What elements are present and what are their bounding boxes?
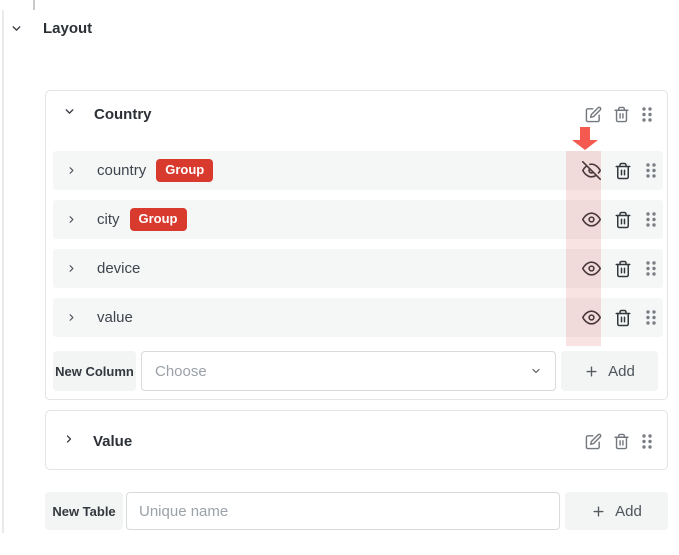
new-table-label: New Table	[45, 492, 123, 530]
trash-icon[interactable]	[614, 309, 632, 327]
eye-icon[interactable]	[582, 259, 601, 278]
add-table-label: Add	[615, 503, 642, 520]
trash-icon[interactable]	[614, 260, 632, 278]
drag-handle-icon[interactable]	[641, 106, 653, 123]
chevron-down-icon	[530, 365, 542, 377]
column-name: city	[97, 211, 120, 228]
column-row-country: country Group	[53, 151, 663, 190]
trash-icon[interactable]	[613, 433, 630, 450]
column-row-city: city Group	[53, 200, 663, 239]
chevron-right-icon[interactable]	[66, 312, 77, 323]
drag-handle-icon[interactable]	[645, 260, 657, 277]
chevron-right-icon[interactable]	[63, 432, 75, 450]
column-name: value	[97, 309, 133, 326]
left-divider	[2, 10, 4, 533]
add-column-button[interactable]: Add	[561, 351, 658, 391]
column-row-value: value	[53, 298, 663, 337]
add-column-label: Add	[608, 363, 635, 380]
drag-handle-icon[interactable]	[645, 162, 657, 179]
chevron-right-icon[interactable]	[66, 165, 77, 176]
column-name: country	[97, 162, 146, 179]
group-badge: Group	[130, 208, 187, 231]
table-name-input[interactable]	[126, 492, 560, 530]
chevron-down-icon[interactable]	[63, 105, 76, 123]
drag-handle-icon[interactable]	[641, 433, 653, 450]
drag-handle-icon[interactable]	[645, 309, 657, 326]
trash-icon[interactable]	[614, 162, 632, 180]
trash-icon[interactable]	[614, 211, 632, 229]
eye-icon[interactable]	[582, 210, 601, 229]
eye-icon[interactable]	[582, 308, 601, 327]
value-card: Value	[45, 410, 668, 470]
chevron-right-icon[interactable]	[66, 263, 77, 274]
group-badge: Group	[156, 159, 213, 182]
plus-icon	[591, 504, 606, 519]
column-type-select[interactable]: Choose	[141, 351, 556, 391]
layout-section-title: Layout	[43, 20, 92, 37]
column-name: device	[97, 260, 140, 277]
plus-icon	[584, 364, 599, 379]
value-card-title: Value	[93, 433, 132, 450]
edit-icon[interactable]	[585, 106, 602, 123]
value-card-header: Value	[46, 411, 667, 471]
add-table-button[interactable]: Add	[565, 492, 668, 530]
column-row-device: device	[53, 249, 663, 288]
layout-section-header[interactable]: Layout	[10, 20, 92, 37]
eye-off-icon[interactable]	[582, 161, 601, 180]
chevron-right-icon[interactable]	[66, 214, 77, 225]
country-card-title: Country	[94, 106, 152, 123]
chevron-down-icon[interactable]	[10, 22, 23, 35]
trash-icon[interactable]	[613, 106, 630, 123]
country-card: Country country Grou	[45, 90, 668, 400]
select-placeholder: Choose	[155, 363, 207, 380]
new-column-label: New Column	[53, 351, 136, 391]
drag-handle-icon[interactable]	[645, 211, 657, 228]
layout-settings-panel: Layout Country	[0, 0, 679, 555]
edit-icon[interactable]	[585, 433, 602, 450]
top-divider	[33, 0, 35, 10]
country-card-header: Country	[46, 91, 667, 137]
